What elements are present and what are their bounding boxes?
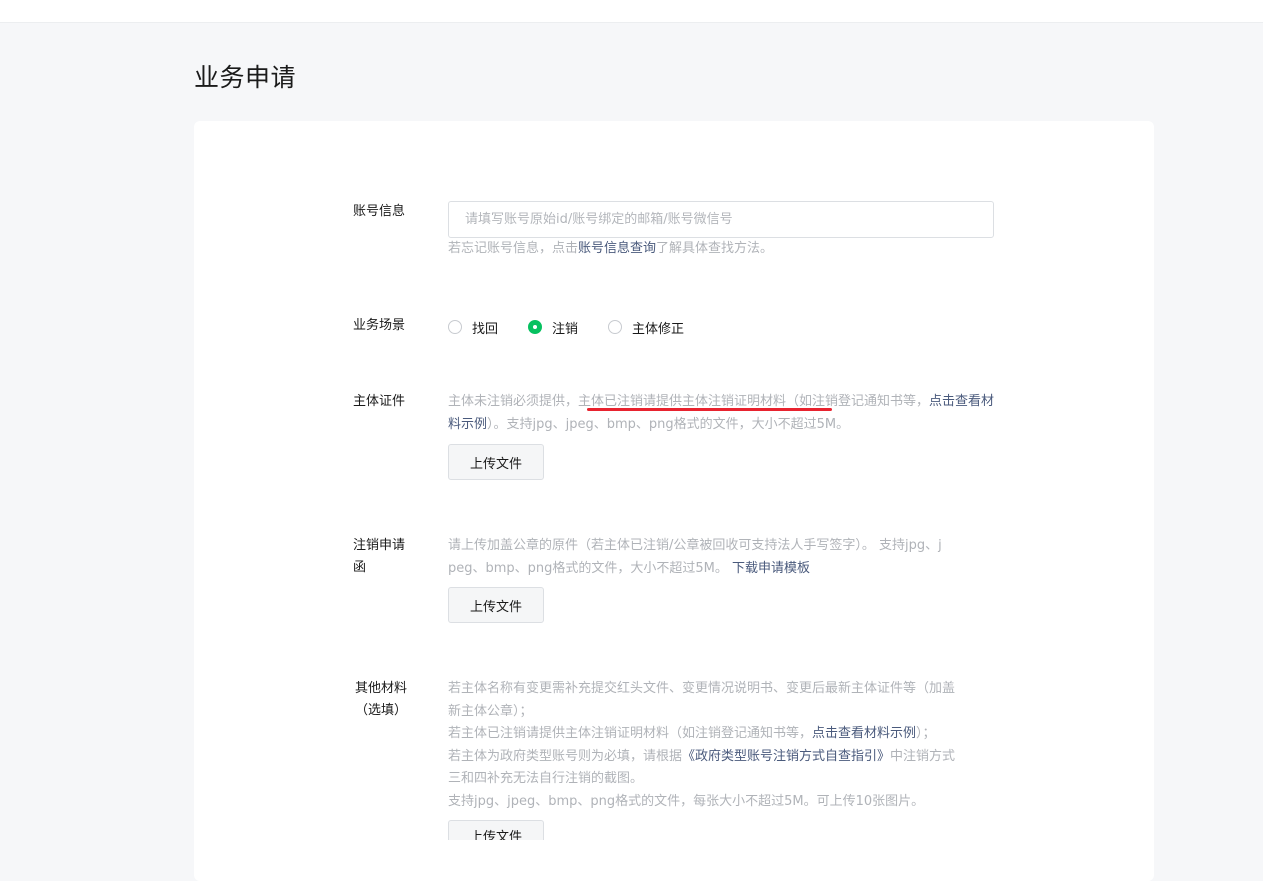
radio-recover-label[interactable]: 找回 (472, 318, 498, 337)
certificate-upload-button[interactable]: 上传文件 (448, 444, 544, 480)
radio-cancel-circle[interactable] (528, 320, 543, 334)
radio-entity-correction-circle[interactable] (608, 320, 623, 334)
other-hint-line4-suffix: 中注销方式 (890, 748, 956, 764)
download-template-link[interactable]: 下载申请模板 (732, 561, 810, 576)
page-title: 业务申请 (194, 63, 297, 92)
radio-entity-correction[interactable]: 主体修正 (608, 318, 684, 337)
other-hint-line5: 三和四补充无法自行注销的截图。 (448, 771, 644, 786)
other-label: 其他材料 （选填） (353, 678, 409, 722)
scenario-radio-group: 找回 注销 主体修正 (448, 317, 714, 337)
other-example-link[interactable]: 点击查看材料示例 (812, 726, 916, 741)
other-hint: 若主体名称有变更需补充提交红头文件、变更情况说明书、变更后最新主体证件等（加盖 … (448, 678, 996, 813)
radio-cancel[interactable]: 注销 (528, 318, 578, 337)
other-hint-line1: 若主体名称有变更需补充提交红头文件、变更情况说明书、变更后最新主体证件等（加盖 (448, 681, 956, 696)
cancel-letter-label: 注销申请函 (353, 535, 415, 579)
other-hint-line3-prefix: 若主体已注销请提供主体注销证明材料（如注销登记通知书等， (448, 726, 813, 741)
other-hint-line4-prefix: 若主体为政府类型账号则为必填，请根据 (448, 748, 683, 764)
gov-guide-link[interactable]: 《政府类型账号注销方式自查指引》 (682, 749, 890, 764)
account-query-link[interactable]: 账号信息查询 (578, 241, 656, 256)
cancel-letter-upload-button[interactable]: 上传文件 (448, 587, 544, 623)
scenario-label: 业务场景 (353, 318, 406, 333)
account-hint-suffix: 了解具体查找方法。 (656, 241, 774, 256)
cancel-letter-hint: 请上传加盖公章的原件（若主体已注销/公章被回收可支持法人手写签字）。 支持jpg… (448, 535, 996, 580)
cancel-letter-label-line1: 注销申请 (353, 538, 406, 553)
certificate-hint-part1: 主体未注销必须提供， (448, 394, 579, 409)
certificate-hint-part2: 主体已注销请提供主体注销证明材料（如注销登记通知书等， (578, 394, 930, 409)
red-underline-annotation (587, 408, 832, 411)
radio-recover-circle[interactable] (448, 320, 462, 334)
other-label-line2: （选填） (354, 703, 407, 718)
radio-recover[interactable]: 找回 (448, 318, 498, 337)
account-hint: 若忘记账号信息，点击账号信息查询了解具体查找方法。 (448, 238, 996, 261)
cancel-letter-label-line2: 函 (353, 560, 367, 575)
top-bar (0, 0, 1263, 23)
certificate-label: 主体证件 (353, 394, 406, 409)
certificate-hint-part3: ）。支持jpg、jpeg、bmp、png格式的文件，大小不超过5M。 (487, 416, 850, 432)
cancel-letter-hint-line2: peg、bmp、png格式的文件，大小不超过5M。 (448, 560, 728, 576)
radio-entity-correction-label[interactable]: 主体修正 (632, 318, 684, 337)
other-hint-line2: 新主体公章）； (448, 703, 533, 719)
other-hint-line6: 支持jpg、jpeg、bmp、png格式的文件，每张大小不超过5M。可上传10张… (448, 793, 925, 809)
radio-cancel-label[interactable]: 注销 (552, 318, 578, 337)
cancel-letter-hint-line1: 请上传加盖公章的原件（若主体已注销/公章被回收可支持法人手写签字）。 支持jpg… (448, 538, 942, 553)
account-label: 账号信息 (353, 204, 406, 219)
certificate-hint: 主体未注销必须提供，主体已注销请提供主体注销证明材料（如注销登记通知书等，点击查… (448, 391, 996, 436)
account-input[interactable] (448, 201, 994, 238)
other-upload-button[interactable]: 上传文件 (448, 820, 544, 840)
other-label-line1: 其他材料 (354, 681, 407, 696)
account-hint-prefix: 若忘记账号信息，点击 (448, 241, 579, 256)
other-hint-line3-suffix: ）； (916, 726, 936, 741)
